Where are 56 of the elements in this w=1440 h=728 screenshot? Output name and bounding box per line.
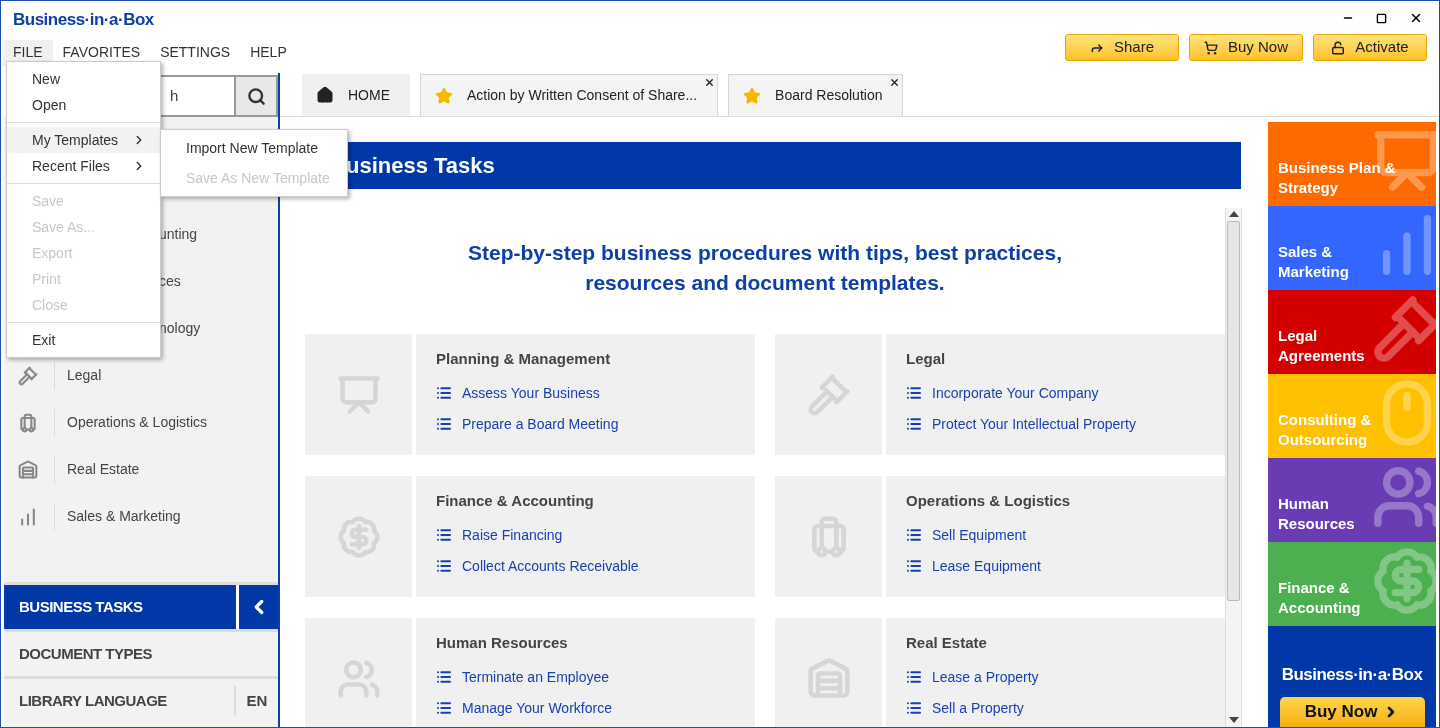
- language-value[interactable]: EN: [234, 686, 278, 716]
- card-title: Planning & Management: [436, 349, 612, 369]
- card-title: Operations & Logistics: [906, 491, 1072, 511]
- sidebar-item[interactable]: Real Estate: [4, 446, 278, 493]
- menu-entry[interactable]: Recent Files: [7, 153, 160, 179]
- menu-item[interactable]: FAVORITES: [52, 39, 151, 66]
- category-label: Sales & Marketing: [1278, 242, 1350, 282]
- card-title: Finance & Accounting: [436, 491, 595, 511]
- tagline: Step-by-step business procedures with tips, best practices, resources and document templates.: [467, 240, 1063, 296]
- task-link[interactable]: Sell a Property: [906, 697, 1024, 719]
- category-label: Legal Agreements: [1278, 326, 1366, 366]
- task-link[interactable]: Raise Financing: [436, 524, 563, 546]
- category-label: Business Plan & Strategy: [1278, 158, 1397, 198]
- card-title: Human Resources: [436, 633, 569, 653]
- header-button[interactable]: Buy Now: [1189, 34, 1303, 61]
- section-label: BUSINESS TASKS: [18, 596, 144, 617]
- card-title: Legal: [906, 349, 947, 369]
- task-link[interactable]: Incorporate Your Company: [906, 382, 1099, 404]
- menu-entry[interactable]: Exit: [7, 327, 160, 353]
- section-label: DOCUMENT TYPES: [18, 643, 153, 664]
- task-link[interactable]: Protect Your Intellectual Property: [906, 413, 1136, 435]
- buy-now-button[interactable]: Buy Now: [1279, 697, 1425, 727]
- section-label: LIBRARY LANGUAGE: [18, 690, 168, 711]
- header-button[interactable]: Share: [1065, 34, 1179, 61]
- submenu-entry[interactable]: Import New Template: [161, 133, 347, 163]
- menu-entry[interactable]: My Templates: [7, 127, 160, 153]
- task-link[interactable]: Prepare a Board Meeting: [436, 413, 619, 435]
- sidebar-item[interactable]: Sales & Marketing: [4, 493, 278, 540]
- sidebar-item[interactable]: Legal: [4, 352, 278, 399]
- section-tab[interactable]: BUSINESS TASKS: [4, 582, 278, 629]
- task-link[interactable]: Collect Accounts Receivable: [436, 555, 639, 577]
- menu-entry[interactable]: New: [7, 66, 160, 92]
- task-link[interactable]: Lease Equipment: [906, 555, 1041, 577]
- tab[interactable]: HOME: [302, 74, 410, 116]
- task-link[interactable]: Manage Your Workforce: [436, 697, 612, 719]
- category-label: Finance & Accounting: [1278, 578, 1362, 618]
- category-tile[interactable]: Human Resources: [1268, 458, 1436, 542]
- category-label: Human Resources: [1278, 494, 1356, 534]
- menu-entry[interactable]: Open: [7, 92, 160, 118]
- category-tile[interactable]: Sales & Marketing: [1268, 206, 1436, 290]
- card-title: Real Estate: [906, 633, 988, 653]
- promo-logo: Business·in·a·Box: [1281, 663, 1423, 686]
- task-link[interactable]: Lease a Property: [906, 666, 1039, 688]
- task-link[interactable]: Assess Your Business: [436, 382, 600, 404]
- tab[interactable]: Action by Written Consent of Share...: [420, 74, 719, 116]
- tab[interactable]: Board Resolution: [728, 74, 904, 116]
- category-label: Consulting & Outsourcing: [1278, 410, 1373, 450]
- menu-item[interactable]: SETTINGS: [150, 39, 241, 66]
- task-link[interactable]: Terminate an Employee: [436, 666, 610, 688]
- sidebar-item[interactable]: Operations & Logistics: [4, 399, 278, 446]
- page-heading: usiness Tasks: [346, 152, 495, 180]
- header-button[interactable]: Activate: [1313, 34, 1427, 61]
- task-link[interactable]: Sell Equipment: [906, 524, 1027, 546]
- app-logo: Business·in·a·Box: [13, 9, 155, 31]
- category-tile[interactable]: Legal Agreements: [1268, 290, 1436, 374]
- menu-item[interactable]: HELP: [240, 39, 297, 66]
